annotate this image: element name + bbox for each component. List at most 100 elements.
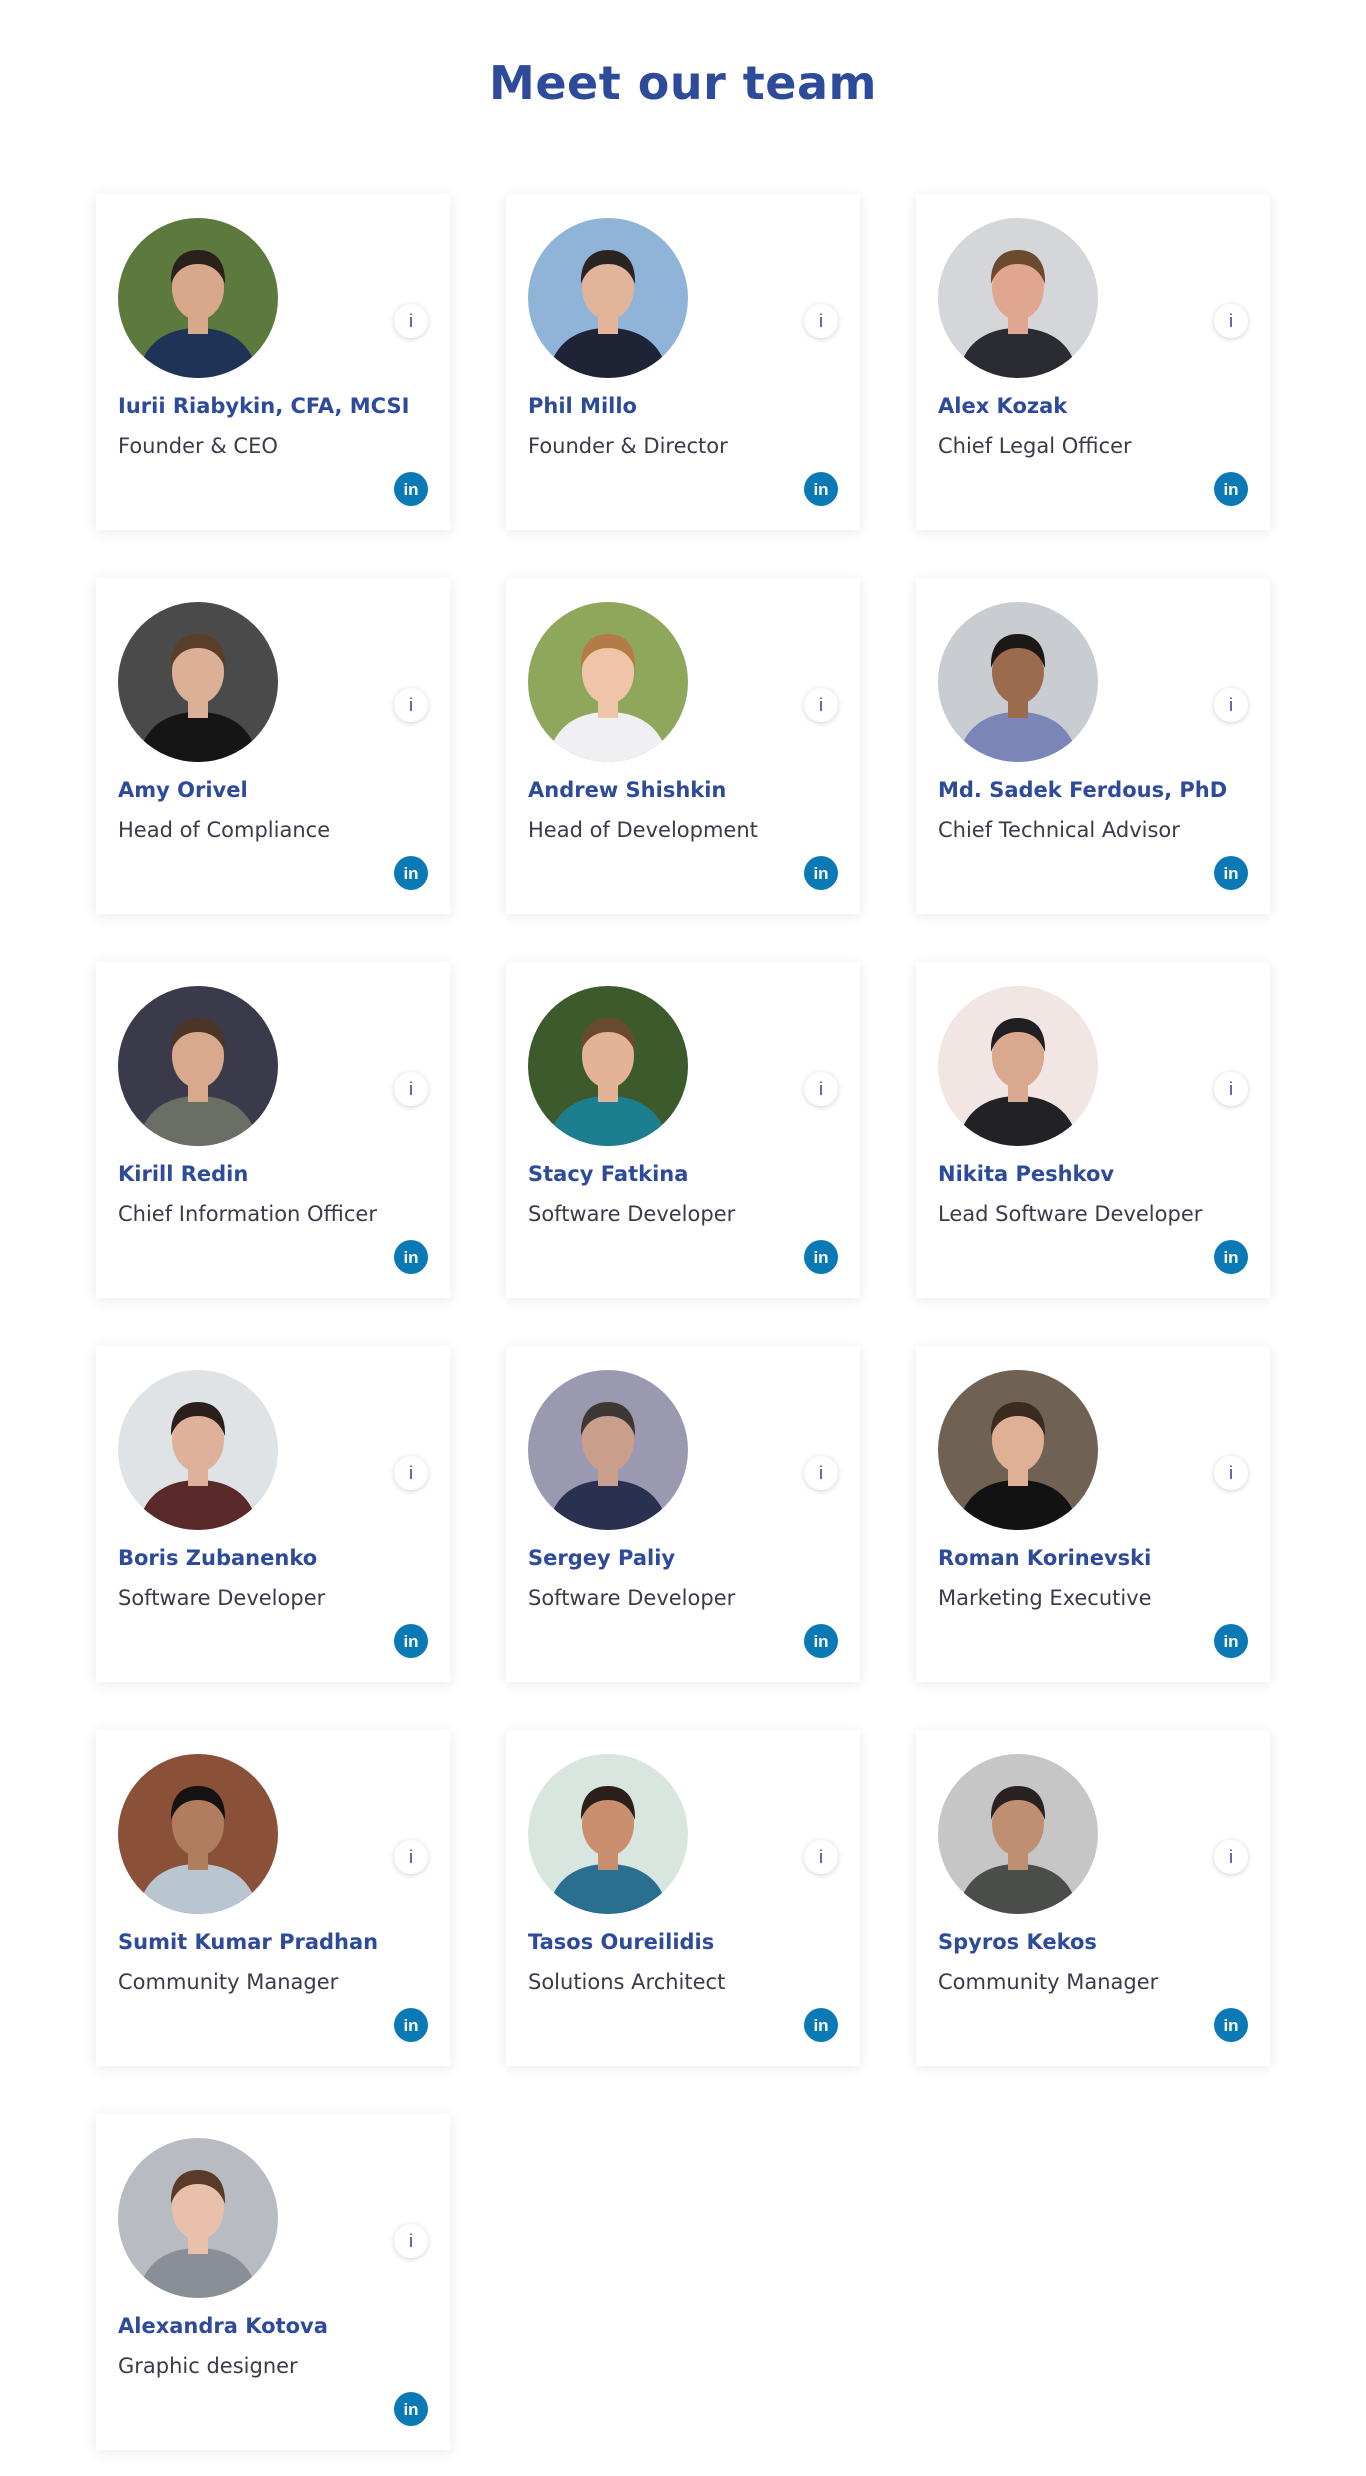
- member-role: Head of Development: [528, 818, 758, 842]
- linkedin-button[interactable]: in: [394, 1240, 428, 1274]
- linkedin-button[interactable]: in: [804, 856, 838, 890]
- info-button[interactable]: i: [804, 688, 838, 722]
- linkedin-button[interactable]: in: [394, 472, 428, 506]
- team-member-card: i Boris Zubanenko Software Developer in: [96, 1346, 450, 1682]
- member-name: Iurii Riabykin, CFA, MCSI: [118, 394, 410, 418]
- linkedin-button[interactable]: in: [394, 1624, 428, 1658]
- team-member-card: i Sumit Kumar Pradhan Community Manager in: [96, 1730, 450, 2066]
- member-role: Founder & Director: [528, 434, 728, 458]
- info-button[interactable]: i: [394, 1456, 428, 1490]
- linkedin-icon: in: [403, 479, 419, 499]
- linkedin-icon: in: [403, 863, 419, 883]
- linkedin-button[interactable]: in: [394, 856, 428, 890]
- team-member-card: i Kirill Redin Chief Information Officer in: [96, 962, 450, 1298]
- portrait-image: [528, 602, 688, 762]
- member-role: Founder & CEO: [118, 434, 278, 458]
- team-member-card: i Tasos Oureilidis Solutions Architect in: [506, 1730, 860, 2066]
- member-name: Stacy Fatkina: [528, 1162, 689, 1186]
- linkedin-button[interactable]: in: [1214, 472, 1248, 506]
- info-icon: i: [1229, 1079, 1233, 1099]
- info-icon: i: [1229, 695, 1233, 715]
- portrait-image: [118, 602, 278, 762]
- member-name: Md. Sadek Ferdous, PhD: [938, 778, 1228, 802]
- info-button[interactable]: i: [394, 1840, 428, 1874]
- linkedin-button[interactable]: in: [1214, 1240, 1248, 1274]
- member-name: Boris Zubanenko: [118, 1546, 318, 1570]
- portrait-image: [938, 602, 1098, 762]
- info-icon: i: [409, 1463, 413, 1483]
- info-button[interactable]: i: [394, 2224, 428, 2258]
- info-button[interactable]: i: [394, 304, 428, 338]
- member-role: Chief Information Officer: [118, 1202, 377, 1226]
- member-name: Roman Korinevski: [938, 1546, 1152, 1570]
- linkedin-icon: in: [1223, 1631, 1239, 1651]
- member-photo: [118, 1754, 278, 1914]
- info-button[interactable]: i: [804, 1072, 838, 1106]
- team-member-card: i Md. Sadek Ferdous, PhD Chief Technical A…: [916, 578, 1270, 914]
- member-name: Kirill Redin: [118, 1162, 249, 1186]
- info-icon: i: [409, 311, 413, 331]
- linkedin-button[interactable]: in: [394, 2392, 428, 2426]
- linkedin-icon: in: [1223, 863, 1239, 883]
- linkedin-button[interactable]: in: [1214, 856, 1248, 890]
- portrait-image: [118, 2138, 278, 2298]
- member-role: Chief Technical Advisor: [938, 818, 1180, 842]
- team-member-card: i Alex Kozak Chief Legal Officer in: [916, 194, 1270, 530]
- member-photo: [938, 1754, 1098, 1914]
- linkedin-button[interactable]: in: [1214, 2008, 1248, 2042]
- team-member-card: i Nikita Peshkov Lead Software Developer in: [916, 962, 1270, 1298]
- info-icon: i: [409, 695, 413, 715]
- info-button[interactable]: i: [1214, 688, 1248, 722]
- portrait-image: [528, 1370, 688, 1530]
- info-button[interactable]: i: [1214, 1840, 1248, 1874]
- member-photo: [528, 1370, 688, 1530]
- linkedin-icon: in: [403, 1631, 419, 1651]
- linkedin-icon: in: [813, 863, 829, 883]
- portrait-image: [938, 218, 1098, 378]
- member-photo: [528, 1754, 688, 1914]
- member-role: Marketing Executive: [938, 1586, 1152, 1610]
- linkedin-button[interactable]: in: [804, 1240, 838, 1274]
- info-button[interactable]: i: [1214, 304, 1248, 338]
- info-icon: i: [819, 695, 823, 715]
- member-name: Nikita Peshkov: [938, 1162, 1115, 1186]
- member-photo: [938, 218, 1098, 378]
- linkedin-icon: in: [403, 1247, 419, 1267]
- member-name: Andrew Shishkin: [528, 778, 727, 802]
- team-member-card: i Spyros Kekos Community Manager in: [916, 1730, 1270, 2066]
- info-icon: i: [819, 1847, 823, 1867]
- linkedin-icon: in: [813, 1247, 829, 1267]
- member-role: Lead Software Developer: [938, 1202, 1203, 1226]
- member-photo: [118, 218, 278, 378]
- portrait-image: [118, 986, 278, 1146]
- linkedin-button[interactable]: in: [1214, 1624, 1248, 1658]
- info-button[interactable]: i: [804, 1840, 838, 1874]
- linkedin-icon: in: [403, 2015, 419, 2035]
- linkedin-icon: in: [813, 1631, 829, 1651]
- member-name: Tasos Oureilidis: [528, 1930, 715, 1954]
- member-photo: [118, 602, 278, 762]
- info-icon: i: [819, 311, 823, 331]
- info-button[interactable]: i: [394, 1072, 428, 1106]
- linkedin-button[interactable]: in: [394, 2008, 428, 2042]
- info-button[interactable]: i: [1214, 1072, 1248, 1106]
- member-role: Solutions Architect: [528, 1970, 726, 1994]
- linkedin-button[interactable]: in: [804, 2008, 838, 2042]
- member-photo: [938, 986, 1098, 1146]
- member-role: Head of Compliance: [118, 818, 331, 842]
- portrait-image: [118, 1754, 278, 1914]
- linkedin-icon: in: [1223, 2015, 1239, 2035]
- linkedin-button[interactable]: in: [804, 472, 838, 506]
- portrait-image: [118, 218, 278, 378]
- info-button[interactable]: i: [804, 304, 838, 338]
- info-button[interactable]: i: [804, 1456, 838, 1490]
- linkedin-icon: in: [813, 479, 829, 499]
- portrait-image: [938, 986, 1098, 1146]
- info-button[interactable]: i: [1214, 1456, 1248, 1490]
- member-photo: [528, 218, 688, 378]
- member-photo: [938, 1370, 1098, 1530]
- info-button[interactable]: i: [394, 688, 428, 722]
- member-name: Alex Kozak: [938, 394, 1068, 418]
- team-member-card: i Andrew Shishkin Head of Development in: [506, 578, 860, 914]
- linkedin-button[interactable]: in: [804, 1624, 838, 1658]
